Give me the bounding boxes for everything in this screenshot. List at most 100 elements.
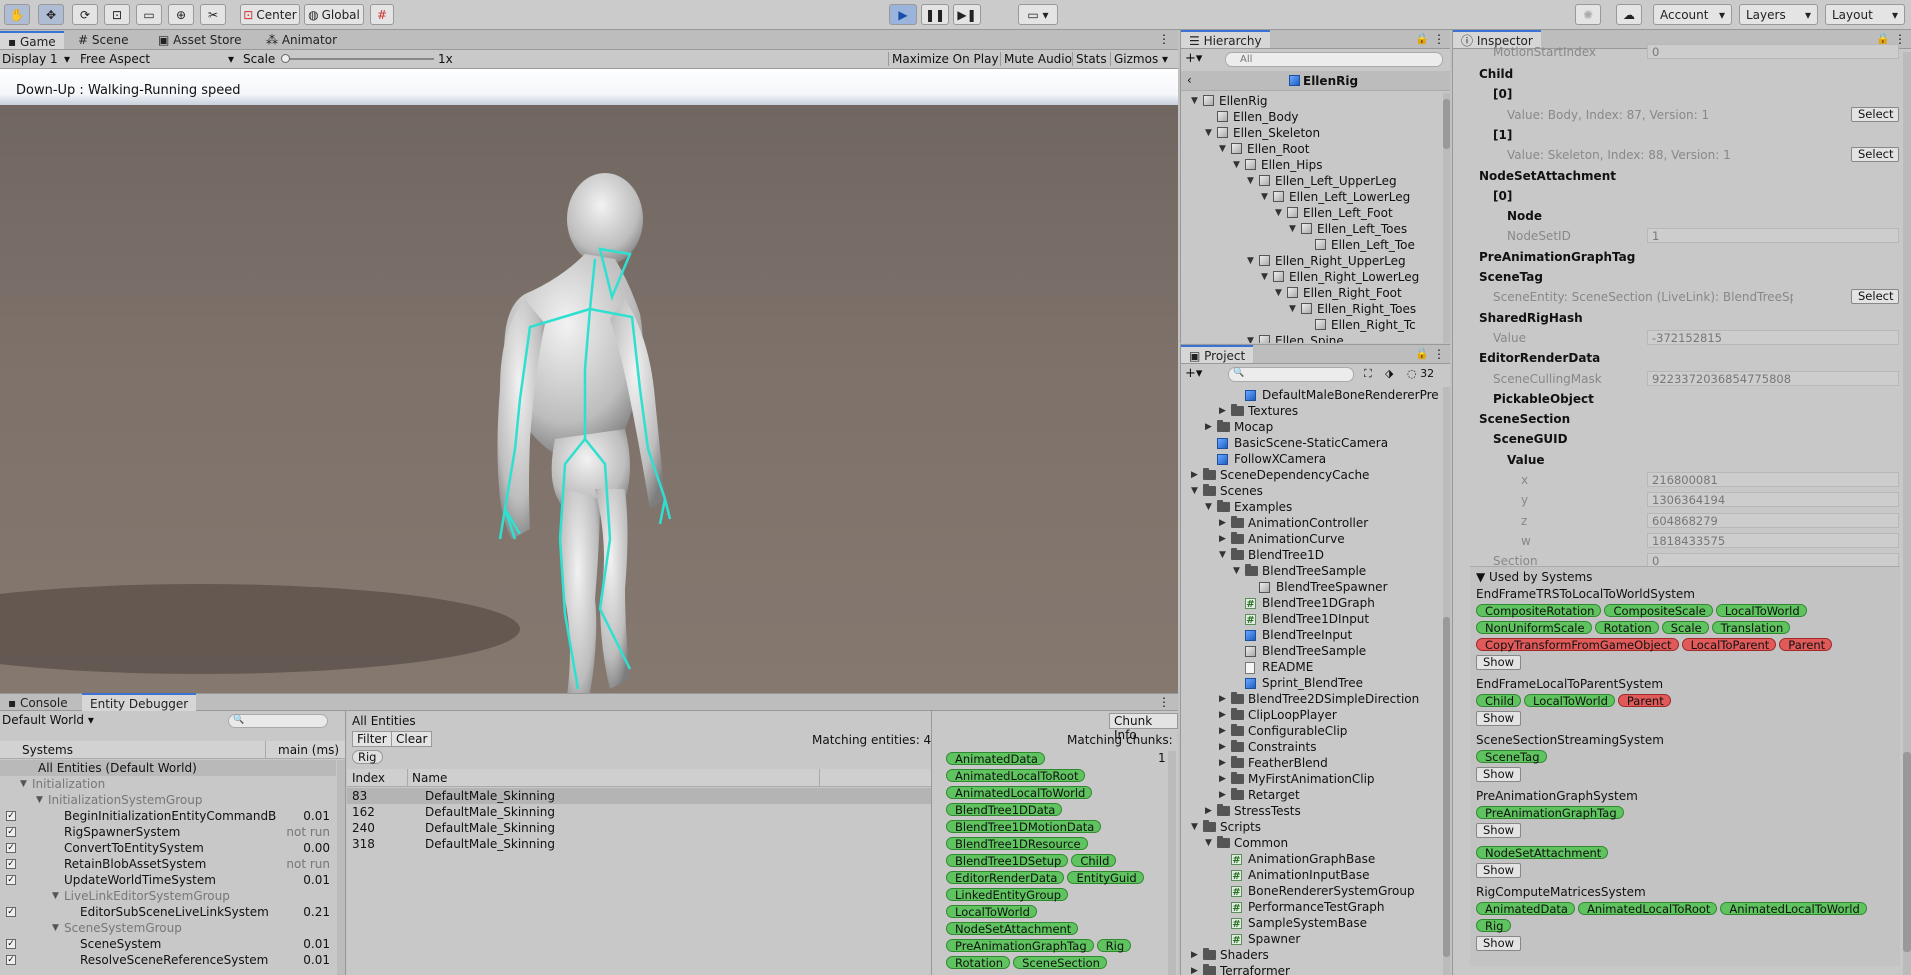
component-chip[interactable]: AnimatedLocalToRoot xyxy=(1577,902,1718,915)
add-icon[interactable]: +▾ xyxy=(1185,51,1202,66)
component-chip[interactable]: CompositeScale xyxy=(1604,604,1713,617)
world-dropdown[interactable]: Default World ▾ xyxy=(2,713,94,727)
component-chip[interactable]: NodeSetAttachment xyxy=(946,922,1079,935)
hierarchy-item[interactable]: ▼ Ellen_Left_LowerLeg xyxy=(1181,189,1441,205)
hierarchy-item[interactable]: ▼ Ellen_Right_Foot xyxy=(1181,285,1441,301)
component-chip[interactable]: EntityGuid xyxy=(1067,871,1144,884)
component-chip[interactable]: CompositeRotation xyxy=(1476,604,1602,617)
chevron-right-icon[interactable]: ▶ xyxy=(1219,771,1231,787)
account-dropdown[interactable]: Account ▾ xyxy=(1653,4,1732,25)
component-chip[interactable]: SceneTag xyxy=(1476,750,1547,763)
show-button[interactable]: Show xyxy=(1476,936,1522,951)
panel-menu-icon[interactable]: ⋮ xyxy=(1433,347,1445,361)
component-chip[interactable]: Parent xyxy=(1617,694,1671,707)
inspector-scrollbar[interactable] xyxy=(1903,52,1911,975)
panel-menu-icon[interactable]: ⋮ xyxy=(1158,695,1170,709)
system-row[interactable]: ▼ InitializationSystemGroup xyxy=(0,792,336,808)
project-item[interactable]: ▼ BlendTree1D xyxy=(1181,547,1443,563)
chevron-right-icon[interactable]: ▶ xyxy=(1219,723,1231,739)
project-item[interactable]: # PerformanceTestGraph xyxy=(1181,899,1443,915)
chevron-down-icon[interactable]: ▼ xyxy=(1275,205,1287,221)
chevron-down-icon[interactable]: ▼ xyxy=(1289,221,1301,237)
system-row[interactable]: All Entities (Default World) xyxy=(0,760,336,776)
project-item[interactable]: ▶ ClipLoopPlayer xyxy=(1181,707,1443,723)
hierarchy-item[interactable]: ▼ Ellen_Left_Foot xyxy=(1181,205,1441,221)
component-chip[interactable]: BlendTree1DResource xyxy=(946,837,1088,850)
component-chip[interactable]: LocalToWorld xyxy=(946,905,1037,918)
component-chip[interactable]: AnimatedData xyxy=(1476,902,1575,915)
component-chip[interactable]: LocalToWorld xyxy=(1715,604,1807,617)
stats-button[interactable]: Stats xyxy=(1072,52,1107,66)
tab-animator[interactable]: ⁂ Animator xyxy=(258,31,345,49)
hierarchy-scrollbar[interactable] xyxy=(1443,93,1450,343)
system-row[interactable]: ✓ ConvertToEntitySystem 0.00 xyxy=(0,840,336,856)
display-dropdown[interactable]: Display 1 ▾ xyxy=(2,52,74,66)
filter-button[interactable]: Filter xyxy=(352,731,392,747)
chevron-down-icon[interactable]: ▼ xyxy=(1233,157,1245,173)
chevron-right-icon[interactable]: ▶ xyxy=(1219,787,1231,803)
chevron-down-icon[interactable]: ▼ xyxy=(1233,563,1245,579)
chevron-down-icon[interactable]: ▼ xyxy=(1191,93,1203,109)
component-chip[interactable]: Parent xyxy=(1779,638,1833,651)
system-row[interactable]: ✓ SceneSystem 0.01 xyxy=(0,936,336,952)
hierarchy-item[interactable]: ▼ Ellen_Left_UpperLeg xyxy=(1181,173,1441,189)
play-button[interactable]: ▶ xyxy=(889,4,917,25)
hierarchy-item[interactable]: ▼ Ellen_Hips xyxy=(1181,157,1441,173)
project-item[interactable]: ▶ SceneDependencyCache xyxy=(1181,467,1443,483)
hierarchy-item[interactable]: ▼ Ellen_Root xyxy=(1181,141,1441,157)
chevron-right-icon[interactable]: ▶ xyxy=(1219,691,1231,707)
lock-icon[interactable]: 🔒 xyxy=(1415,32,1429,45)
chevron-right-icon[interactable]: ▶ xyxy=(1191,963,1203,975)
component-chip[interactable]: Translation xyxy=(1711,621,1791,634)
clear-button[interactable]: Clear xyxy=(391,731,433,747)
project-item[interactable]: ▶ MyFirstAnimationClip xyxy=(1181,771,1443,787)
aspect-dropdown[interactable]: Free Aspect ▾ xyxy=(80,52,236,66)
system-row[interactable]: ✓ UpdateWorldTimeSystem 0.01 xyxy=(0,872,336,888)
collab-dropdown[interactable]: ▭ ▾ xyxy=(1018,4,1058,25)
tab-game[interactable]: ▪ Game xyxy=(0,31,64,49)
project-item[interactable]: ▼ Examples xyxy=(1181,499,1443,515)
select-button[interactable]: Select xyxy=(1851,289,1899,305)
system-enabled-checkbox[interactable]: ✓ xyxy=(6,859,16,869)
chevron-down-icon[interactable]: ▼ xyxy=(1289,301,1301,317)
select-button[interactable]: Select xyxy=(1851,147,1899,163)
project-item[interactable]: DefaultMaleBoneRendererPre xyxy=(1181,387,1443,403)
project-item[interactable]: ▶ Textures xyxy=(1181,403,1443,419)
component-chip[interactable]: LocalToParent xyxy=(1681,638,1777,651)
rect-tool-icon[interactable]: ▭ xyxy=(136,4,162,25)
chevron-right-icon[interactable]: ▶ xyxy=(1205,803,1217,819)
system-enabled-checkbox[interactable]: ✓ xyxy=(6,955,16,965)
component-chip[interactable]: BlendTree1DMotionData xyxy=(946,820,1102,833)
hierarchy-item[interactable]: ▼ Ellen_Left_Toes xyxy=(1181,221,1441,237)
project-item[interactable]: ▶ Mocap xyxy=(1181,419,1443,435)
chevron-down-icon[interactable]: ▼ xyxy=(1205,499,1217,515)
chevron-right-icon[interactable]: ▶ xyxy=(1219,755,1231,771)
entity-row[interactable]: 83 DefaultMale_Skinning xyxy=(347,788,931,804)
tab-hierarchy[interactable]: ☰ Hierarchy xyxy=(1181,30,1270,48)
label-icon[interactable]: ⬗ xyxy=(1385,367,1393,380)
gizmos-dropdown[interactable]: Gizmos ▾ xyxy=(1110,52,1168,66)
select-button[interactable]: Select xyxy=(1851,106,1899,122)
inspector-field-value[interactable]: 1306364194 xyxy=(1647,492,1899,508)
chunk-scrollbar[interactable] xyxy=(1168,751,1176,975)
inspector-field-value[interactable]: 1818433575 xyxy=(1647,532,1899,548)
layout-dropdown[interactable]: Layout ▾ xyxy=(1825,4,1905,25)
chevron-down-icon[interactable]: ▼ xyxy=(1247,333,1259,343)
component-chip[interactable]: Child xyxy=(1071,854,1117,867)
project-item[interactable]: README xyxy=(1181,659,1443,675)
project-item[interactable]: ▶ Shaders xyxy=(1181,947,1443,963)
hierarchy-item[interactable]: Ellen_Body xyxy=(1181,109,1441,125)
component-chip[interactable]: AnimatedLocalToWorld xyxy=(946,786,1093,799)
project-item[interactable]: ▶ BlendTree2DSimpleDirection xyxy=(1181,691,1443,707)
project-item[interactable]: # SampleSystemBase xyxy=(1181,915,1443,931)
project-item[interactable]: # BlendTree1DGraph xyxy=(1181,595,1443,611)
chevron-down-icon[interactable]: ▼ xyxy=(52,920,59,936)
chevron-down-icon[interactable]: ▼ xyxy=(36,792,43,808)
system-row[interactable]: ✓ EditorSubSceneLiveLinkSystem 0.21 xyxy=(0,904,336,920)
filter-type-icon[interactable]: ⛶ xyxy=(1364,367,1372,381)
chevron-down-icon[interactable]: ▼ xyxy=(20,776,27,792)
system-enabled-checkbox[interactable]: ✓ xyxy=(6,811,16,821)
show-button[interactable]: Show xyxy=(1476,823,1522,838)
lock-icon[interactable]: 🔒 xyxy=(1415,347,1429,360)
component-chip[interactable]: SceneSection xyxy=(1013,956,1107,969)
